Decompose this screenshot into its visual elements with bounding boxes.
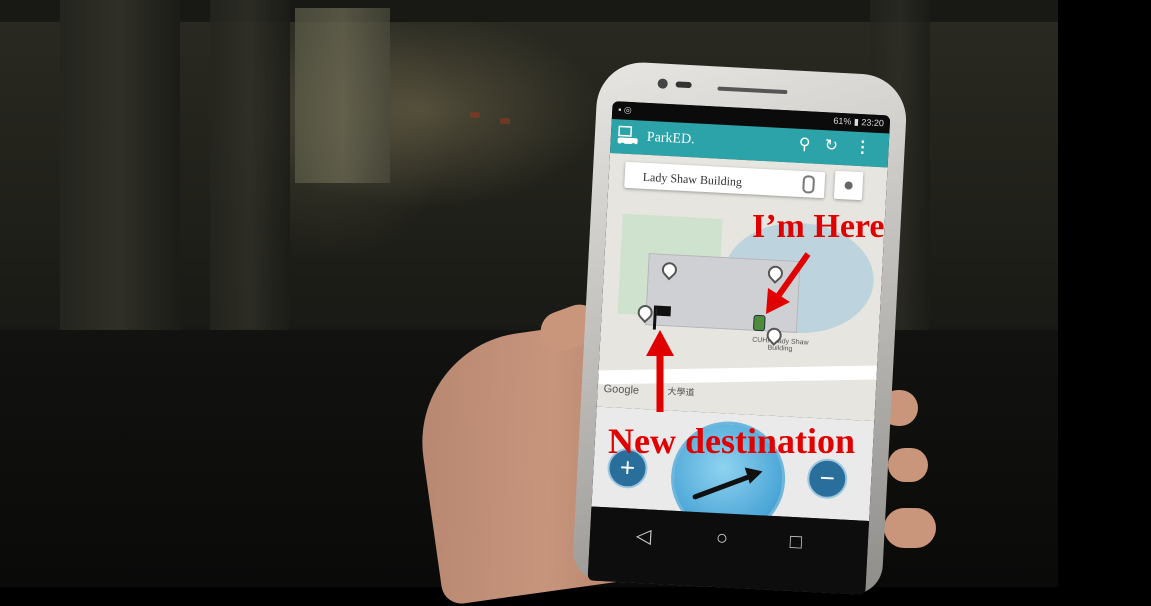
home-icon[interactable]: ○ [715,527,728,551]
finger [884,508,936,548]
new-destination-arrow-icon [646,330,674,412]
new-destination-annotation: New destination [608,421,856,461]
app-title: ParkED. [646,129,696,148]
target-icon [844,181,853,190]
google-logo: Google [603,382,640,397]
search-text: Lady Shaw Building [642,169,743,189]
destination-flag-icon[interactable] [652,305,658,330]
distant-light [500,118,510,124]
phone-screen: ▪ ◎ 61% ▮ 23:20 ParkED. ⚲ ↻ ⋮ Lady Shaw … [587,101,891,595]
smartphone: ▪ ◎ 61% ▮ 23:20 ParkED. ⚲ ↻ ⋮ Lady Shaw … [571,60,909,596]
finger [888,448,928,482]
sensor-icon [675,81,692,89]
battery-level: 61% [833,115,852,127]
black-border [1058,0,1151,587]
notification-icons: ▪ ◎ [618,104,633,116]
camera-icon [657,78,668,89]
distant-light [470,112,480,118]
speaker-grille [717,86,788,95]
refresh-icon[interactable]: ↻ [824,137,838,156]
im-here-arrow-icon [766,252,811,314]
search-input[interactable]: Lady Shaw Building [624,161,826,199]
map-view[interactable]: Lady Shaw Building CUHK Lady Shaw Buildi… [596,152,888,422]
pillar-center [210,0,290,330]
my-location-button[interactable] [833,170,864,201]
recent-apps-icon[interactable]: □ [789,531,802,555]
microphone-icon[interactable] [802,175,816,194]
overflow-menu-icon[interactable]: ⋮ [854,139,871,158]
im-here-annotation: I’m Here [752,208,885,245]
car-logo-icon [617,125,638,148]
zoom-out-button[interactable]: − [806,457,849,500]
clock: 23:20 [861,117,885,129]
android-nav-bar: ◁ ○ □ [587,506,870,595]
back-icon[interactable]: ◁ [635,523,652,549]
map-road [598,365,877,385]
search-icon[interactable]: ⚲ [798,136,811,155]
lit-wall [295,8,390,183]
